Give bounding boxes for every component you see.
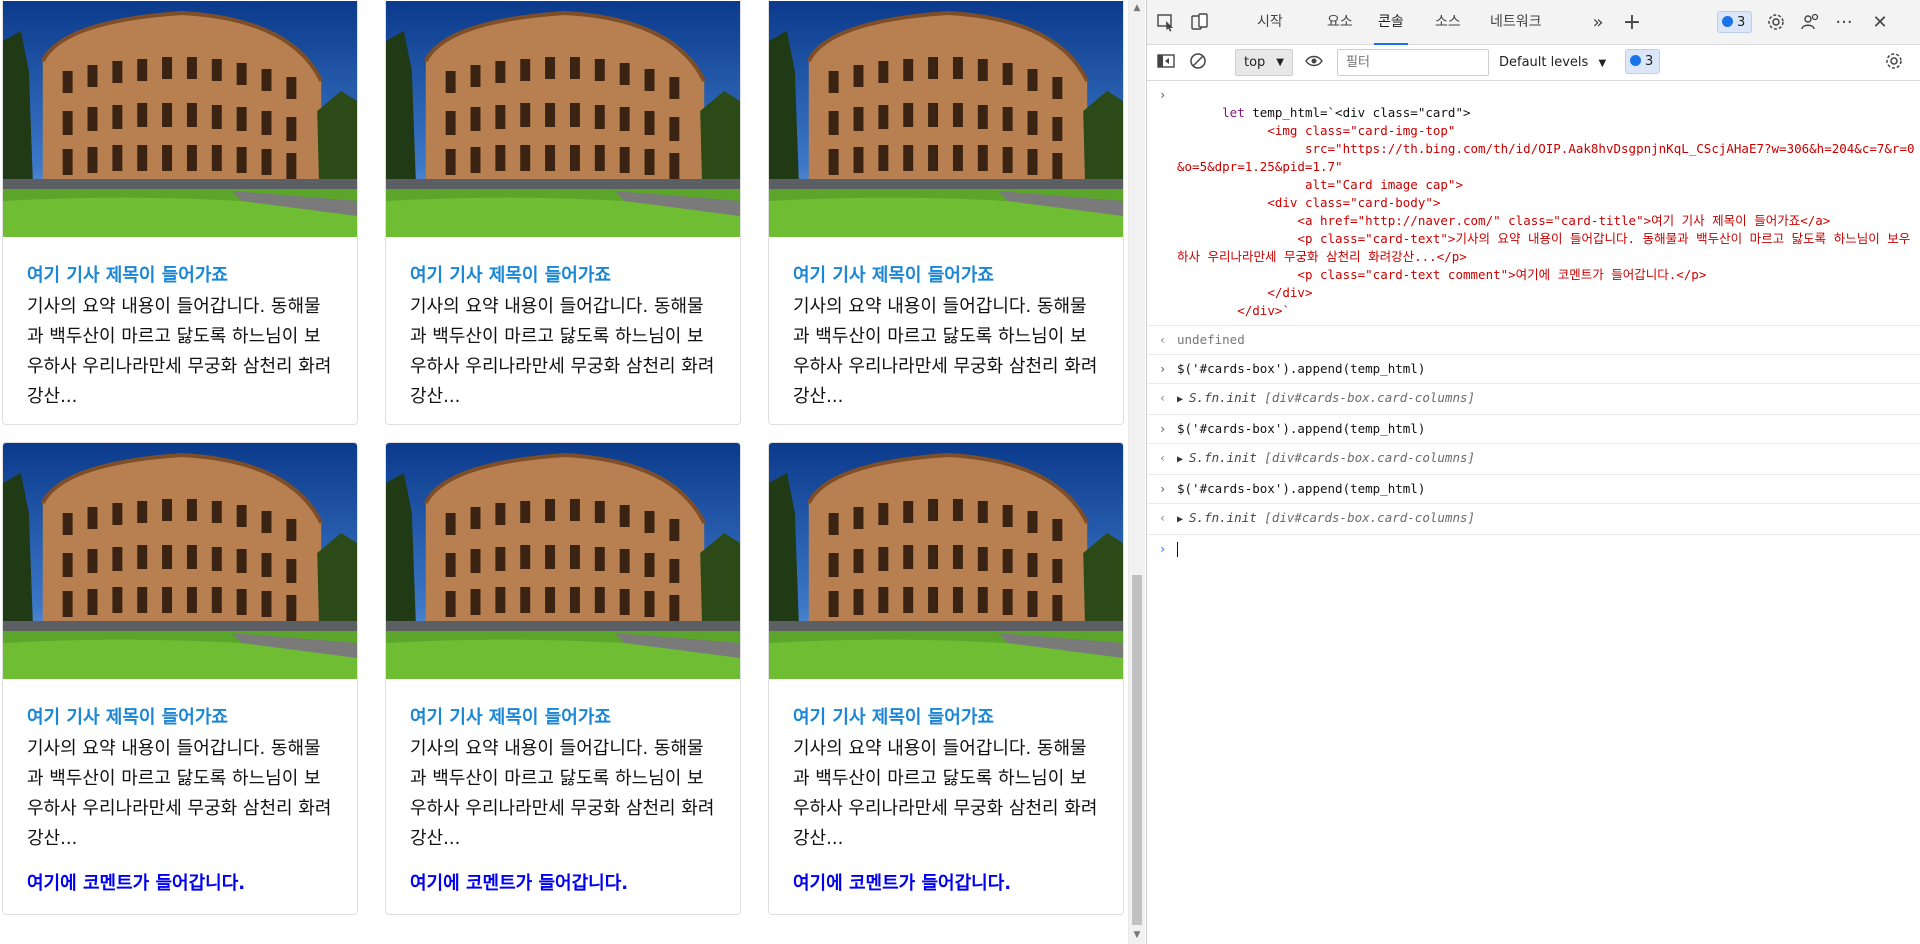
text-cursor (1177, 542, 1178, 557)
dropdown-caret-icon: ▼ (1276, 57, 1284, 68)
console-input-entry: › $('#cards-box').append(temp_html) (1147, 415, 1920, 444)
input-chevron-icon: › (1159, 362, 1167, 376)
console-prompt[interactable]: › (1147, 535, 1920, 563)
scroll-down-arrow-icon[interactable]: ▼ (1129, 927, 1145, 944)
colosseum-photo (3, 443, 357, 679)
card-summary-text: 기사의 요약 내용이 들어갑니다. 동해물과 백두산이 마르고 닳도록 하느님이… (27, 296, 332, 407)
card-summary-text: 기사의 요약 내용이 들어갑니다. 동해물과 백두산이 마르고 닳도록 하느님이… (27, 738, 332, 849)
colosseum-photo (386, 443, 740, 679)
settings-gear-icon[interactable] (1765, 12, 1787, 34)
issues-badge[interactable]: 3 (1717, 11, 1753, 33)
scrollbar-thumb[interactable] (1132, 575, 1142, 925)
add-tab-plus-icon[interactable]: + (1621, 12, 1643, 34)
card-comment-text: 여기에 코멘트가 들어갑니다. (27, 873, 246, 894)
console-result-entry: ‹ undefined (1147, 326, 1920, 355)
device-emulation-icon[interactable] (1189, 12, 1211, 34)
prompt-chevron-icon: › (1159, 542, 1167, 556)
inspect-element-icon[interactable] (1155, 12, 1177, 34)
input-chevron-icon: › (1159, 422, 1167, 436)
card-image (769, 443, 1123, 679)
tab-network[interactable]: 네트워크 (1486, 0, 1546, 45)
input-chevron-icon: › (1159, 88, 1167, 102)
tab-start[interactable]: 시작 (1253, 0, 1287, 45)
console-input-entry: › $('#cards-box').append(temp_html) (1147, 475, 1920, 504)
article-card: 여기 기사 제목이 들어가죠 기사의 요약 내용이 들어갑니다. 동해물과 백두… (768, 442, 1124, 915)
tab-elements[interactable]: 요소 (1323, 0, 1357, 45)
console-result-entry[interactable]: ‹ ▶ S.fn.init [div#cards-box.card-columns] (1147, 444, 1920, 475)
context-selector[interactable]: top ▼ (1235, 49, 1293, 76)
output-chevron-icon: ‹ (1159, 511, 1167, 525)
card-image (3, 1, 357, 237)
close-devtools-icon[interactable]: ✕ (1869, 12, 1891, 34)
card-summary-text: 기사의 요약 내용이 들어갑니다. 동해물과 백두산이 마르고 닳도록 하느님이… (410, 296, 715, 407)
card-comment-text: 여기에 코멘트가 들어갑니다. (793, 873, 1012, 894)
input-chevron-icon: › (1159, 482, 1167, 496)
article-card: 여기 기사 제목이 들어가죠 기사의 요약 내용이 들어갑니다. 동해물과 백두… (385, 442, 741, 915)
card-image (3, 443, 357, 679)
card-title-link[interactable]: 여기 기사 제목이 들어가죠 (793, 706, 1099, 730)
article-card: 여기 기사 제목이 들어가죠 기사의 요약 내용이 들어갑니다. 동해물과 백두… (385, 0, 741, 425)
customize-people-icon[interactable] (1799, 12, 1821, 34)
card-image (769, 1, 1123, 237)
devtools-tabbar: 시작 요소 콘솔 소스 네트워크 » + 3 ··· ✕ (1147, 0, 1920, 45)
card-title-link[interactable]: 여기 기사 제목이 들어가죠 (410, 706, 716, 730)
card-body: 여기 기사 제목이 들어가죠 기사의 요약 내용이 들어갑니다. 동해물과 백두… (386, 706, 740, 896)
card-body: 여기 기사 제목이 들어가죠 기사의 요약 내용이 들어갑니다. 동해물과 백두… (3, 706, 357, 896)
more-tabs-chevron-icon[interactable]: » (1587, 12, 1609, 34)
page-scrollbar[interactable]: ▲ ▼ (1128, 0, 1145, 944)
output-chevron-icon: ‹ (1159, 451, 1167, 465)
more-options-ellipsis-icon[interactable]: ··· (1833, 12, 1855, 34)
console-result-entry[interactable]: ‹ ▶ S.fn.init [div#cards-box.card-columns] (1147, 384, 1920, 415)
console-input-entry: › let temp_html=`<div class="card"> <img … (1147, 81, 1920, 326)
expand-triangle-icon[interactable]: ▶ (1177, 514, 1183, 525)
output-chevron-icon: ‹ (1159, 391, 1167, 405)
colosseum-photo (769, 1, 1123, 237)
log-levels-dropdown[interactable]: Default levels ▼ (1499, 49, 1606, 76)
toolbar-issues-badge[interactable]: 3 (1625, 49, 1661, 74)
console-toolbar: top▼ Default levels ▼ 3 (1147, 45, 1920, 81)
console-filter-input[interactable] (1337, 49, 1489, 76)
card-body: 여기 기사 제목이 들어가죠 기사의 요약 내용이 들어갑니다. 동해물과 백두… (769, 706, 1123, 896)
card-title-link[interactable]: 여기 기사 제목이 들어가죠 (793, 264, 1099, 288)
console-output[interactable]: › let temp_html=`<div class="card"> <img … (1147, 81, 1920, 944)
card-body: 여기 기사 제목이 들어가죠 기사의 요약 내용이 들어갑니다. 동해물과 백두… (386, 264, 740, 424)
expand-triangle-icon[interactable]: ▶ (1177, 394, 1183, 405)
toggle-sidebar-icon[interactable] (1155, 51, 1177, 73)
expand-triangle-icon[interactable]: ▶ (1177, 454, 1183, 465)
console-input-entry: › $('#cards-box').append(temp_html) (1147, 355, 1920, 384)
card-image (386, 1, 740, 237)
tab-sources[interactable]: 소스 (1431, 0, 1465, 45)
console-settings-gear-icon[interactable] (1883, 51, 1905, 73)
article-card: 여기 기사 제목이 들어가죠 기사의 요약 내용이 들어갑니다. 동해물과 백두… (768, 0, 1124, 425)
card-summary-text: 기사의 요약 내용이 들어갑니다. 동해물과 백두산이 마르고 닳도록 하느님이… (410, 738, 715, 849)
scroll-up-arrow-icon[interactable]: ▲ (1129, 0, 1145, 17)
colosseum-photo (769, 443, 1123, 679)
card-body: 여기 기사 제목이 들어가죠 기사의 요약 내용이 들어갑니다. 동해물과 백두… (769, 264, 1123, 424)
card-title-link[interactable]: 여기 기사 제목이 들어가죠 (410, 264, 716, 288)
clear-console-icon[interactable] (1187, 51, 1209, 73)
tab-console[interactable]: 콘솔 (1374, 0, 1408, 45)
toolbar-issues-icon (1630, 55, 1641, 66)
card-title-link[interactable]: 여기 기사 제목이 들어가죠 (27, 264, 333, 288)
console-result-entry[interactable]: ‹ ▶ S.fn.init [div#cards-box.card-columns] (1147, 504, 1920, 535)
levels-caret-icon: ▼ (1598, 58, 1607, 69)
page-viewport: 여기 기사 제목이 들어가죠 기사의 요약 내용이 들어갑니다. 동해물과 백두… (0, 0, 1128, 944)
article-card: 여기 기사 제목이 들어가죠 기사의 요약 내용이 들어갑니다. 동해물과 백두… (2, 0, 358, 425)
card-summary-text: 기사의 요약 내용이 들어갑니다. 동해물과 백두산이 마르고 닳도록 하느님이… (793, 738, 1098, 849)
devtools-panel: 시작 요소 콘솔 소스 네트워크 » + 3 ··· ✕ top▼ Defaul… (1146, 0, 1920, 944)
article-card: 여기 기사 제목이 들어가죠 기사의 요약 내용이 들어갑니다. 동해물과 백두… (2, 442, 358, 915)
output-chevron-icon: ‹ (1159, 333, 1167, 347)
card-body: 여기 기사 제목이 들어가죠 기사의 요약 내용이 들어갑니다. 동해물과 백두… (3, 264, 357, 424)
colosseum-photo (386, 1, 740, 237)
colosseum-photo (3, 1, 357, 237)
card-summary-text: 기사의 요약 내용이 들어갑니다. 동해물과 백두산이 마르고 닳도록 하느님이… (793, 296, 1098, 407)
card-title-link[interactable]: 여기 기사 제목이 들어가죠 (27, 706, 333, 730)
card-image (386, 443, 740, 679)
issues-chat-icon (1722, 16, 1733, 27)
live-expression-eye-icon[interactable] (1303, 51, 1325, 73)
card-comment-text: 여기에 코멘트가 들어갑니다. (410, 873, 629, 894)
